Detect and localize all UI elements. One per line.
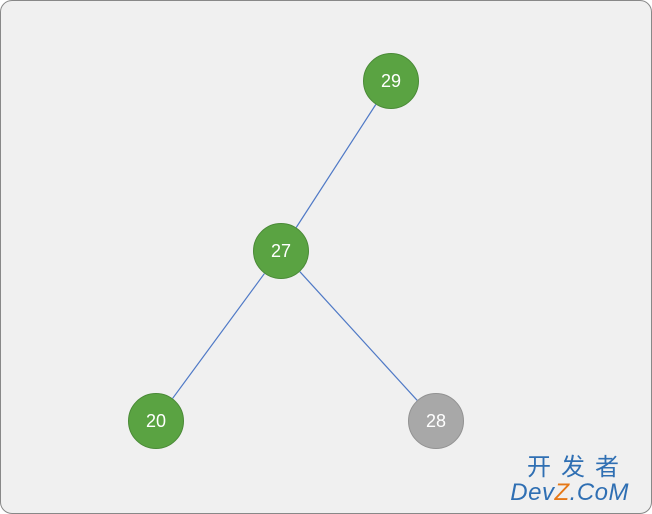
tree-node-label: 20: [146, 411, 166, 432]
tree-node-28: 28: [408, 393, 464, 449]
tree-node-29: 29: [363, 53, 419, 109]
tree-node-27: 27: [253, 223, 309, 279]
tree-node-label: 28: [426, 411, 446, 432]
tree-edges: [1, 1, 651, 513]
tree-edge: [296, 105, 376, 228]
diagram-canvas: 开发者 DevZ.CoM 29272028: [0, 0, 652, 514]
tree-node-20: 20: [128, 393, 184, 449]
tree-node-label: 29: [381, 71, 401, 92]
tree-edge: [173, 274, 265, 399]
tree-edge: [300, 272, 417, 401]
tree-node-label: 27: [271, 241, 291, 262]
